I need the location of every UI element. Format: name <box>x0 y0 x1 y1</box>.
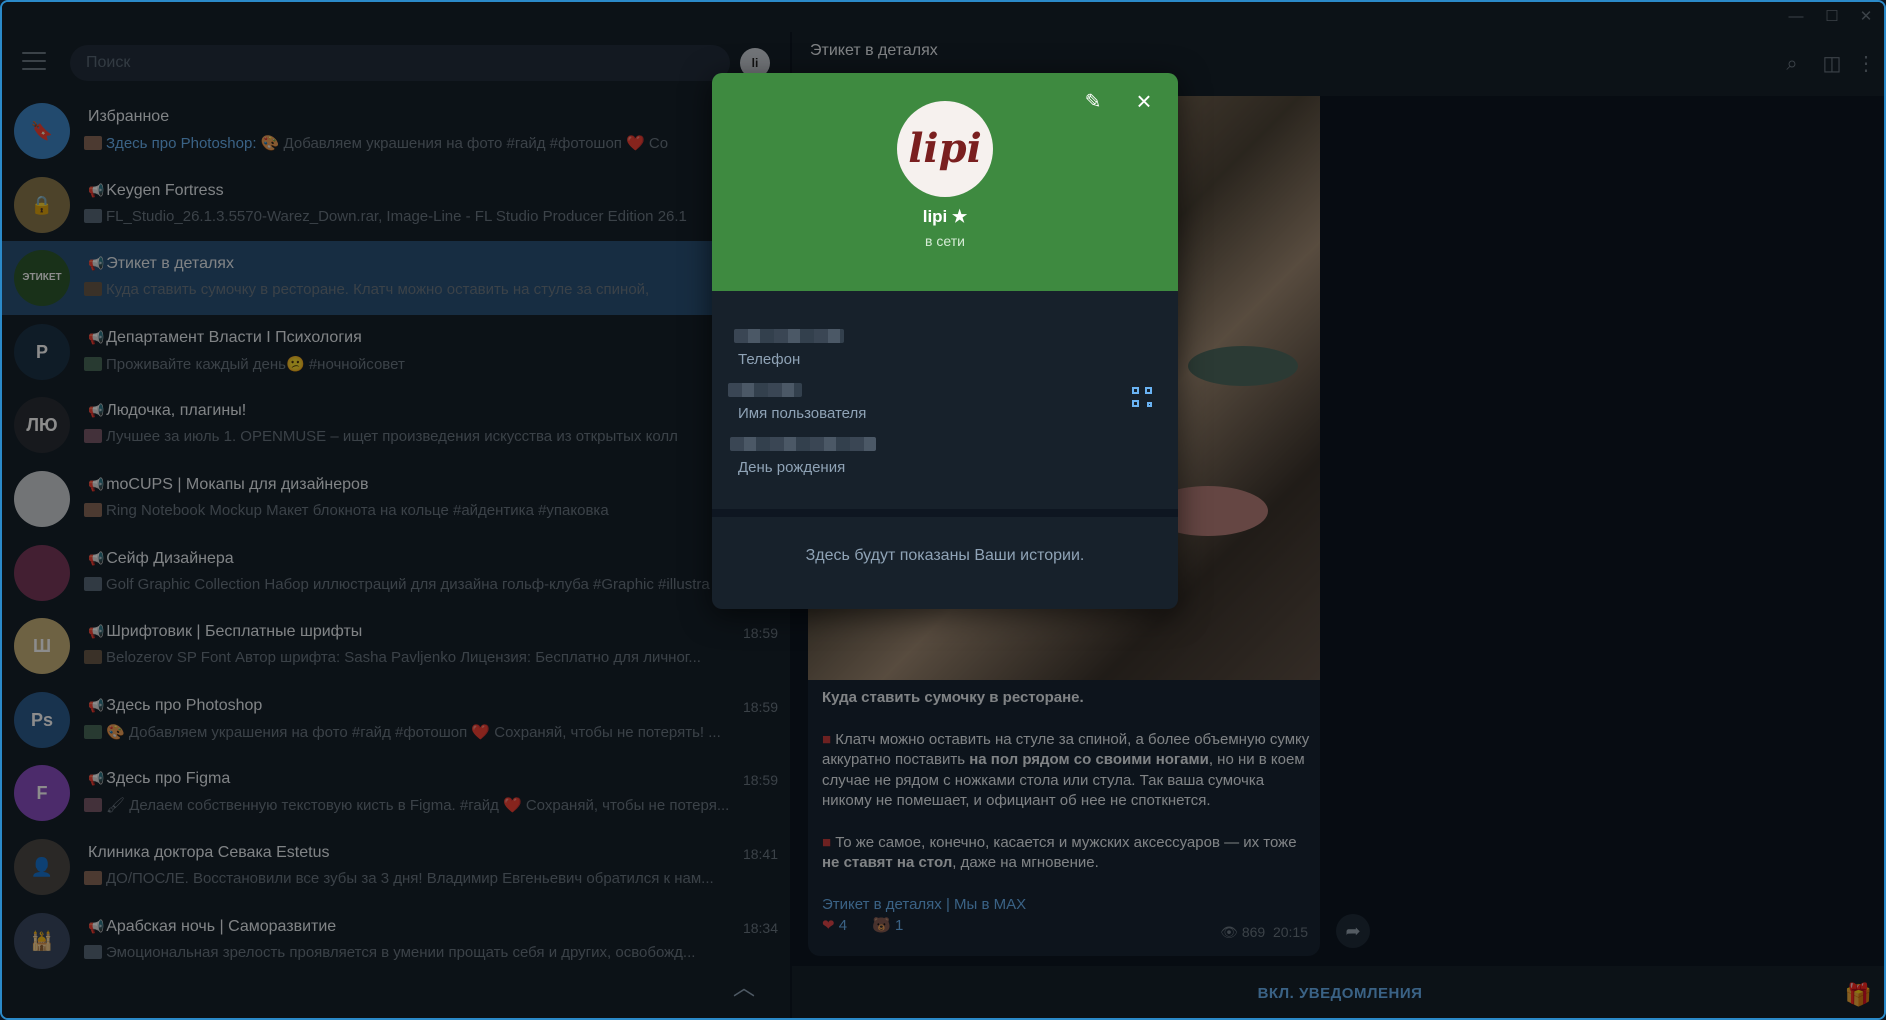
profile-modal: lipi ✎ × lipi ★ в сети Телефон Имя польз… <box>712 73 1178 609</box>
profile-avatar[interactable]: lipi <box>897 101 993 197</box>
modal-divider <box>712 509 1178 517</box>
edit-pencil-icon[interactable]: ✎ <box>1080 89 1106 115</box>
app-window: — ☐ ✕ li 🔖ИзбранноеЗдесь про Photoshop: … <box>0 0 1886 1020</box>
birthday-row[interactable]: День рождения <box>712 421 1178 485</box>
phone-label: Телефон <box>738 351 801 368</box>
star-icon: ★ <box>952 207 968 226</box>
profile-status: в сети <box>925 233 965 249</box>
birthday-value-hidden <box>730 437 876 451</box>
close-modal-icon[interactable]: × <box>1130 87 1158 115</box>
username-label: Имя пользователя <box>738 405 867 422</box>
profile-header: lipi ✎ × lipi ★ в сети <box>712 73 1178 291</box>
stories-placeholder: Здесь будут показаны Ваши истории. <box>805 547 1085 564</box>
birthday-label: День рождения <box>738 459 846 476</box>
profile-name: lipi <box>922 207 948 226</box>
profile-name-row: lipi ★ <box>712 207 1178 227</box>
username-value-hidden <box>728 383 802 397</box>
qr-code-icon[interactable] <box>1132 387 1152 407</box>
phone-value-hidden <box>734 329 844 343</box>
